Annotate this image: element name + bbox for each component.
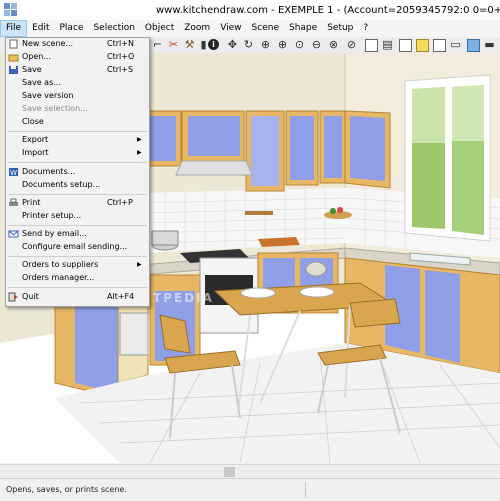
menu-item-close[interactable]: Close — [6, 116, 149, 128]
submenu-arrow-icon: ▶ — [137, 136, 142, 143]
menu-object[interactable]: Object — [140, 21, 179, 36]
menu-item-orders-manager[interactable]: Orders manager... — [6, 272, 149, 284]
menu-item-documents-setup[interactable]: Documents setup... — [6, 179, 149, 191]
menu-item-save-as[interactable]: Save as... — [6, 77, 149, 89]
zoom-window-icon[interactable]: ⊕ — [260, 39, 271, 50]
menu-separator — [8, 131, 147, 132]
menu-item-import[interactable]: Import ▶ — [6, 147, 149, 159]
stairs-tool-icon[interactable]: ⌐ — [152, 39, 163, 50]
printer-icon — [9, 198, 18, 206]
menu-item-orders-to-suppliers[interactable]: Orders to suppliers ▶ — [6, 259, 149, 271]
menu-setup[interactable]: Setup — [322, 21, 358, 36]
elevation-icon[interactable] — [433, 39, 446, 52]
quit-icon — [8, 292, 18, 302]
title-bar: www.kitchendraw.com - EXEMPLE 1 - (Accou… — [0, 0, 500, 20]
zoom-all-icon[interactable]: ⊗ — [328, 39, 339, 50]
menu-item-save-selection: Save selection... — [22, 104, 88, 113]
window-title: www.kitchendraw.com - EXEMPLE 1 - (Accou… — [156, 4, 500, 16]
menu-item-print[interactable]: Print Ctrl+P — [6, 197, 149, 209]
submenu-arrow-icon: ▶ — [137, 261, 142, 268]
menu-item-quit[interactable]: Quit Alt+F4 — [6, 291, 149, 303]
plan-view-icon[interactable] — [399, 39, 412, 52]
menu-separator — [8, 256, 147, 257]
move-icon[interactable]: ✥ — [227, 39, 238, 50]
menu-help[interactable]: ? — [358, 21, 373, 36]
render-icon[interactable] — [365, 39, 378, 52]
menu-file[interactable]: File — [0, 20, 28, 37]
info-icon[interactable]: i — [208, 39, 219, 50]
menu-separator — [8, 287, 147, 288]
zoom-previous-icon[interactable]: ⊘ — [346, 39, 357, 50]
save-disk-icon — [9, 66, 18, 74]
menu-separator — [8, 225, 147, 226]
rotate-icon[interactable]: ↻ — [243, 39, 254, 50]
menu-view[interactable]: View — [215, 21, 246, 36]
new-scene-icon — [9, 39, 18, 49]
menu-separator — [8, 194, 147, 195]
perspective-icon[interactable]: ▭ — [450, 39, 461, 50]
menu-item-documents[interactable]: W Documents... — [6, 166, 149, 178]
cut-tool-icon[interactable]: ✂ — [168, 39, 179, 50]
menu-bar: File Edit Place Selection Object Zoom Vi… — [0, 20, 500, 38]
menu-separator — [8, 162, 147, 163]
status-separator — [305, 482, 306, 498]
word-document-icon: W — [9, 168, 18, 177]
zoom-in-icon[interactable]: ⊕ — [277, 39, 288, 50]
menu-item-send-by-email[interactable]: Send by email... — [6, 228, 149, 240]
svg-text:W: W — [10, 169, 17, 177]
menu-item-save[interactable]: Save Ctrl+S — [6, 64, 149, 76]
menu-zoom[interactable]: Zoom — [179, 21, 215, 36]
submenu-arrow-icon: ▶ — [137, 149, 142, 156]
hammer-tool-icon[interactable]: ⚒ — [184, 39, 195, 50]
menu-item-configure-email[interactable]: Configure email sending... — [6, 241, 149, 253]
status-text: Opens, saves, or prints scene. — [6, 485, 127, 494]
menu-item-new-scene[interactable]: New scene... Ctrl+N — [6, 38, 149, 50]
scrollbar-thumb[interactable] — [224, 467, 235, 477]
menu-item-save-version[interactable]: Save version — [6, 90, 149, 102]
photo-render-icon[interactable] — [467, 39, 480, 52]
menu-item-export[interactable]: Export ▶ — [6, 134, 149, 146]
zoom-fit-icon[interactable]: ⊙ — [294, 39, 305, 50]
file-menu-dropdown: New scene... Ctrl+N Open... Ctrl+O Save … — [5, 37, 150, 307]
zoom-out-icon[interactable]: ⊖ — [311, 39, 322, 50]
menu-item-open[interactable]: Open... Ctrl+O — [6, 51, 149, 63]
open-folder-icon — [8, 54, 19, 62]
menu-scene[interactable]: Scene — [247, 21, 284, 36]
panorama-icon[interactable]: ▬ — [484, 39, 495, 50]
menu-item-printer-setup[interactable]: Printer setup... — [6, 210, 149, 222]
chart-icon[interactable]: ▤ — [382, 39, 393, 50]
menu-shape[interactable]: Shape — [284, 21, 322, 36]
wireframe-icon[interactable] — [416, 39, 429, 52]
horizontal-scrollbar[interactable] — [0, 464, 500, 479]
menu-selection[interactable]: Selection — [88, 21, 139, 36]
menu-place[interactable]: Place — [55, 21, 89, 36]
status-bar: Opens, saves, or prints scene. — [0, 478, 500, 501]
email-icon — [8, 230, 19, 238]
menu-edit[interactable]: Edit — [27, 21, 54, 36]
